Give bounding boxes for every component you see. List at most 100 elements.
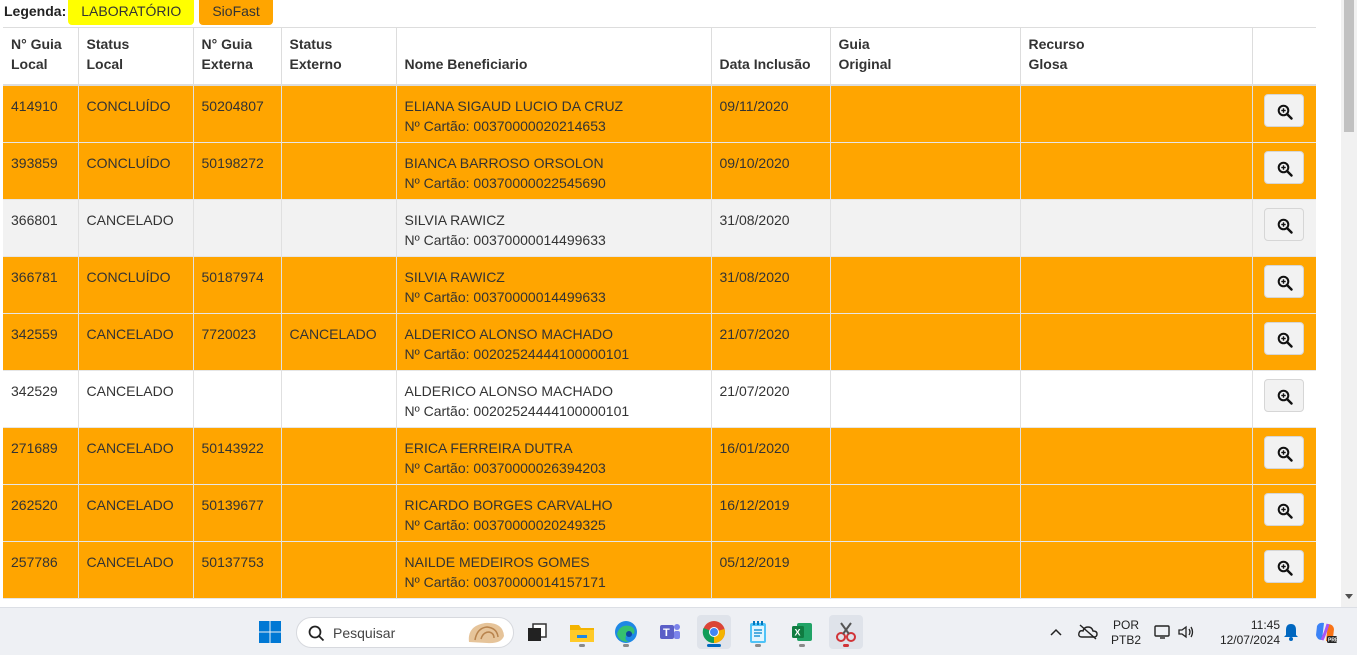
onedrive-offline-icon[interactable]	[1076, 615, 1100, 649]
guias-table-container: N° Guia Local Status Local N° Guia Externa …	[3, 27, 1316, 599]
cell-nome-beneficiario: ALDERICO ALONSO MACHADO Nº Cartão: 002025…	[396, 312, 712, 370]
cell-nome-beneficiario: RICARDO BORGES CARVALHO Nº Cartão: 003700…	[396, 483, 712, 541]
zoom-in-icon	[1277, 503, 1293, 519]
cell-status-local: CONCLUÍDO	[78, 141, 194, 199]
teams-icon[interactable]: T	[653, 615, 687, 649]
search-placeholder: Pesquisar	[333, 625, 396, 641]
taskbar-search-box[interactable]: Pesquisar	[296, 617, 514, 648]
cell-data-inclusao: 05/12/2019	[711, 540, 831, 598]
cell-status-local	[78, 597, 194, 599]
header-data-inclusao[interactable]: Data Inclusão	[711, 28, 831, 86]
cell-actions	[1252, 141, 1316, 199]
cell-guia-externa: 50204807	[193, 84, 282, 142]
cell-guia-local: 393859	[3, 141, 79, 199]
scrollbar-thumb[interactable]	[1344, 0, 1354, 132]
beneficiario-name: BIANCA BARROSO ORSOLON	[404, 154, 604, 171]
cell-data-inclusao: 31/08/2020	[711, 255, 831, 313]
cell-guia-local: 414910	[3, 84, 79, 142]
beneficiario-name: NAILDE MEDEIROS GOMES	[404, 553, 590, 570]
header-guia-externa[interactable]: N° Guia Externa	[193, 28, 282, 86]
cell-data-inclusao: 16/01/2020	[711, 426, 831, 484]
windows-start-icon[interactable]	[253, 615, 287, 649]
scroll-down-arrow-icon[interactable]	[1345, 594, 1353, 599]
cell-data-inclusao: 16/12/2019	[711, 483, 831, 541]
cell-status-local: CONCLUÍDO	[78, 84, 194, 142]
cell-guia-externa	[193, 369, 282, 427]
header-status-local[interactable]: Status Local	[78, 28, 194, 86]
vertical-scrollbar[interactable]	[1341, 0, 1357, 607]
table-row: 414910 CONCLUÍDO 50204807 ELIANA SIGAUD LUC…	[3, 84, 1316, 142]
beneficiario-name: SILVIA RAWICZ	[404, 268, 505, 285]
chrome-active-indicator	[707, 644, 721, 647]
header-guia-original[interactable]: Guia Original	[830, 28, 1021, 86]
view-details-button[interactable]	[1264, 492, 1305, 526]
cell-status-externo	[281, 426, 397, 484]
zoom-in-icon	[1277, 332, 1293, 348]
clock[interactable]: 11:45 12/07/2024	[1208, 618, 1280, 648]
cell-guia-externa	[193, 198, 282, 256]
network-icon[interactable]	[1152, 615, 1174, 649]
excel-icon[interactable]: X	[785, 615, 819, 649]
cell-actions	[1252, 540, 1316, 598]
table-row	[3, 597, 1316, 599]
table-row: 342559 CANCELADO 7720023 CANCELADO ALDERICO …	[3, 312, 1316, 370]
view-details-button[interactable]	[1264, 94, 1305, 127]
view-details-button[interactable]	[1264, 150, 1305, 184]
cell-data-inclusao: 09/10/2020	[711, 141, 831, 199]
notification-bell-icon[interactable]	[1280, 615, 1302, 649]
table-row: 262520 CANCELADO 50139677 RICARDO BORGES CA…	[3, 483, 1316, 541]
file-explorer-icon[interactable]	[565, 615, 599, 649]
beneficiario-card-number: Nº Cartão: 00370000020249325	[404, 516, 606, 533]
volume-icon[interactable]	[1175, 615, 1197, 649]
snipping-active-indicator	[843, 644, 849, 647]
view-details-button[interactable]	[1264, 264, 1305, 298]
svg-text:T: T	[663, 627, 670, 639]
cell-status-local: CONCLUÍDO	[78, 255, 194, 313]
copilot-icon[interactable]: PRE	[1310, 615, 1340, 649]
cell-recurso-glosa	[1020, 198, 1253, 256]
view-details-button[interactable]	[1264, 321, 1305, 355]
cell-status-externo	[281, 540, 397, 598]
edge-icon[interactable]	[609, 615, 643, 649]
show-hidden-icons-chevron-icon[interactable]	[1046, 615, 1066, 649]
beneficiario-card-number: Nº Cartão: 00370000014157171	[404, 573, 606, 590]
snipping-tool-icon[interactable]	[829, 615, 863, 649]
header-guia-local[interactable]: N° Guia Local	[3, 28, 79, 86]
task-view-icon[interactable]	[520, 615, 554, 649]
cell-nome-beneficiario: ERICA FERREIRA DUTRA Nº Cartão: 003700000…	[396, 426, 712, 484]
language-indicator[interactable]: POR PTB2	[1108, 618, 1144, 648]
header-actions	[1252, 28, 1316, 86]
beneficiario-card-number: Nº Cartão: 00202524444100000101	[404, 402, 630, 419]
cell-guia-local: 366781	[3, 255, 79, 313]
cell-recurso-glosa	[1020, 141, 1253, 199]
cell-recurso-glosa	[1020, 312, 1253, 370]
svg-text:X: X	[795, 628, 801, 638]
zoom-in-icon	[1277, 161, 1293, 177]
view-details-button[interactable]	[1264, 207, 1305, 241]
cell-guia-externa	[193, 597, 282, 599]
header-recurso-glosa[interactable]: Recurso Glosa	[1020, 28, 1253, 86]
cell-guia-local: 342559	[3, 312, 79, 370]
view-details-button[interactable]	[1264, 549, 1305, 583]
cell-status-local: CANCELADO	[78, 369, 194, 427]
cell-actions	[1252, 312, 1316, 370]
chrome-icon[interactable]	[697, 615, 731, 649]
cell-actions	[1252, 255, 1316, 313]
cell-nome-beneficiario: ELIANA SIGAUD LUCIO DA CRUZ Nº Cartão: 00…	[396, 84, 712, 142]
cell-guia-local	[3, 597, 79, 599]
windows-taskbar: Pesquisar T X POR PTB2 11:45 12/07/2024 …	[0, 607, 1357, 655]
cell-nome-beneficiario: BIANCA BARROSO ORSOLON Nº Cartão: 0037000…	[396, 141, 712, 199]
header-nome-beneficiario[interactable]: Nome Beneficiario	[396, 28, 712, 86]
legend: Legenda: LABORATÓRIO SioFast	[4, 0, 273, 26]
cell-guia-original	[830, 369, 1021, 427]
table-row: 366801 CANCELADO SILVIA RAWICZ Nº Cartão: 0…	[3, 198, 1316, 256]
beneficiario-card-number: Nº Cartão: 00202524444100000101	[404, 345, 630, 362]
view-details-button[interactable]	[1264, 378, 1305, 412]
cell-status-externo	[281, 369, 397, 427]
legend-label: Legenda:	[4, 3, 67, 19]
notepad-icon[interactable]	[741, 615, 775, 649]
header-status-externo[interactable]: Status Externo	[281, 28, 397, 86]
view-details-button[interactable]	[1264, 435, 1305, 469]
beneficiario-name: SILVIA RAWICZ	[404, 211, 505, 228]
zoom-in-icon	[1277, 275, 1293, 291]
